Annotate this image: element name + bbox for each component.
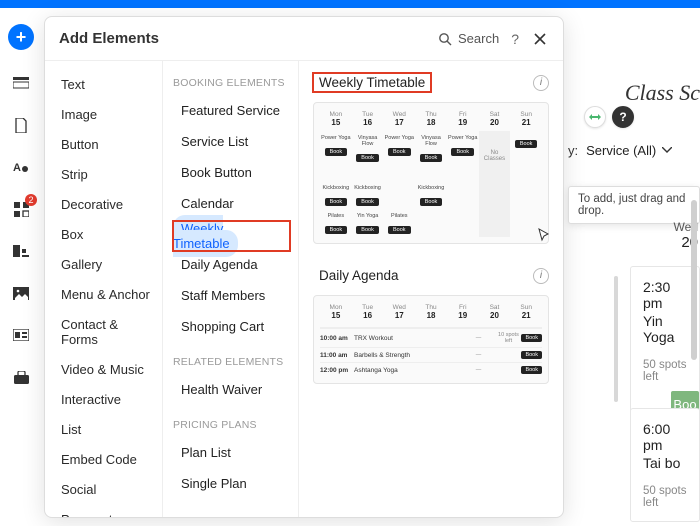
related-elements-label: RELATED ELEMENTS <box>173 356 290 368</box>
daily-row: 11:00 am Barbells & Strength — Book <box>320 347 542 362</box>
daily-row: 12:00 pm Ashtanga Yoga — Book <box>320 362 542 377</box>
daily-agenda-preview[interactable]: Mon15 Tue16 Wed17 Thu18 Fri19 Sat20 Sun2… <box>313 295 549 384</box>
category-contact-forms[interactable]: Contact & Forms <box>55 311 162 353</box>
design-icon[interactable]: A <box>12 158 30 176</box>
panel-search[interactable]: Search <box>438 31 499 46</box>
drag-cursor-icon <box>533 227 551 245</box>
weekly-header: Mon15 Tue16 Wed17 Thu18 Fri19 Sat20 Sun2… <box>320 109 542 131</box>
category-strip[interactable]: Strip <box>55 161 162 188</box>
panel-title: Add Elements <box>59 30 426 47</box>
element-staff-members[interactable]: Staff Members <box>173 282 290 309</box>
window-scrollbar[interactable] <box>690 56 698 526</box>
close-button[interactable] <box>531 30 549 48</box>
category-interactive[interactable]: Interactive <box>55 386 162 413</box>
chevron-down-icon <box>662 147 672 153</box>
media-icon[interactable] <box>12 284 30 302</box>
left-rail: + A 2 <box>0 8 42 526</box>
elements-list: BOOKING ELEMENTS Featured Service Servic… <box>163 61 299 517</box>
filter-select[interactable]: Service (All) <box>586 143 672 158</box>
element-plan-list[interactable]: Plan List <box>173 439 290 466</box>
category-image[interactable]: Image <box>55 101 162 128</box>
booking-elements-label: BOOKING ELEMENTS <box>173 77 290 89</box>
filter-bar: y: Service (All) <box>568 130 700 170</box>
add-plus-button[interactable]: + <box>8 24 34 50</box>
page-heading: Class Sc <box>625 80 700 106</box>
scrollbar-thumb[interactable] <box>691 200 697 360</box>
preview-weekly-title: Weekly Timetable <box>313 73 431 92</box>
weekly-timetable-preview[interactable]: Mon15 Tue16 Wed17 Thu18 Fri19 Sat20 Sun2… <box>313 102 549 244</box>
search-label: Search <box>458 31 499 46</box>
category-payments[interactable]: Payments <box>55 506 162 517</box>
help-button[interactable]: ? <box>511 31 519 47</box>
class-spots: 50 spots left <box>643 359 689 383</box>
category-video-music[interactable]: Video & Music <box>55 356 162 383</box>
class-name: Tai bo <box>643 455 689 471</box>
stretch-handle[interactable] <box>584 106 606 128</box>
sidebar-scrollbar[interactable] <box>614 276 618 402</box>
section-icon[interactable] <box>12 74 30 92</box>
add-elements-panel: Add Elements Search ? Text Image Button … <box>44 16 564 518</box>
arrows-horizontal-icon <box>589 113 601 121</box>
preview-column: Weekly Timetable i Mon15 Tue16 Wed17 Thu… <box>299 61 563 517</box>
info-icon[interactable]: i <box>533 268 549 284</box>
element-service-list[interactable]: Service List <box>173 128 290 155</box>
preview-daily-title: Daily Agenda <box>313 266 405 285</box>
class-name: Yin Yoga <box>643 313 689 345</box>
my-business-icon[interactable] <box>12 242 30 260</box>
element-single-plan[interactable]: Single Plan <box>173 470 290 497</box>
app-topbar <box>0 0 700 8</box>
category-embed-code[interactable]: Embed Code <box>55 446 162 473</box>
pricing-plans-label: PRICING PLANS <box>173 419 290 431</box>
help-handle[interactable]: ? <box>612 106 634 128</box>
category-social[interactable]: Social <box>55 476 162 503</box>
info-icon[interactable]: i <box>533 75 549 91</box>
svg-text:A: A <box>13 162 21 174</box>
category-decorative[interactable]: Decorative <box>55 191 162 218</box>
element-book-button[interactable]: Book Button <box>173 159 290 186</box>
category-button[interactable]: Button <box>55 131 162 158</box>
element-calendar[interactable]: Calendar <box>173 190 290 217</box>
page-icon[interactable] <box>12 116 30 134</box>
category-menu-anchor[interactable]: Menu & Anchor <box>55 281 162 308</box>
filter-label: y: <box>568 143 578 158</box>
content-icon[interactable] <box>12 326 30 344</box>
element-health-waiver[interactable]: Health Waiver <box>173 376 290 403</box>
apps-icon[interactable]: 2 <box>12 200 30 218</box>
category-gallery[interactable]: Gallery <box>55 251 162 278</box>
apps-badge: 2 <box>25 194 37 206</box>
page-backdrop: Class Sc ? y: Service (All) To add, just… <box>564 56 700 526</box>
panel-header: Add Elements Search ? <box>45 17 563 61</box>
class-spots: 50 spots left <box>643 485 689 509</box>
category-text[interactable]: Text <box>55 71 162 98</box>
element-featured-service[interactable]: Featured Service <box>173 97 290 124</box>
category-list: Text Image Button Strip Decorative Box G… <box>45 61 163 517</box>
category-box[interactable]: Box <box>55 221 162 248</box>
question-icon: ? <box>619 110 626 124</box>
drag-drop-tooltip: To add, just drag and drop. <box>568 186 700 224</box>
element-shopping-cart[interactable]: Shopping Cart <box>173 313 290 340</box>
close-icon <box>534 33 546 45</box>
business-icon[interactable] <box>12 368 30 386</box>
category-list-cat[interactable]: List <box>55 416 162 443</box>
class-time: 6:00 pm <box>643 421 689 453</box>
daily-row: 10:00 am TRX Workout — 10 spots left Boo… <box>320 328 542 347</box>
search-icon <box>438 32 452 46</box>
element-weekly-timetable[interactable]: Weekly Timetable <box>173 215 238 257</box>
class-time: 2:30 pm <box>643 279 689 311</box>
